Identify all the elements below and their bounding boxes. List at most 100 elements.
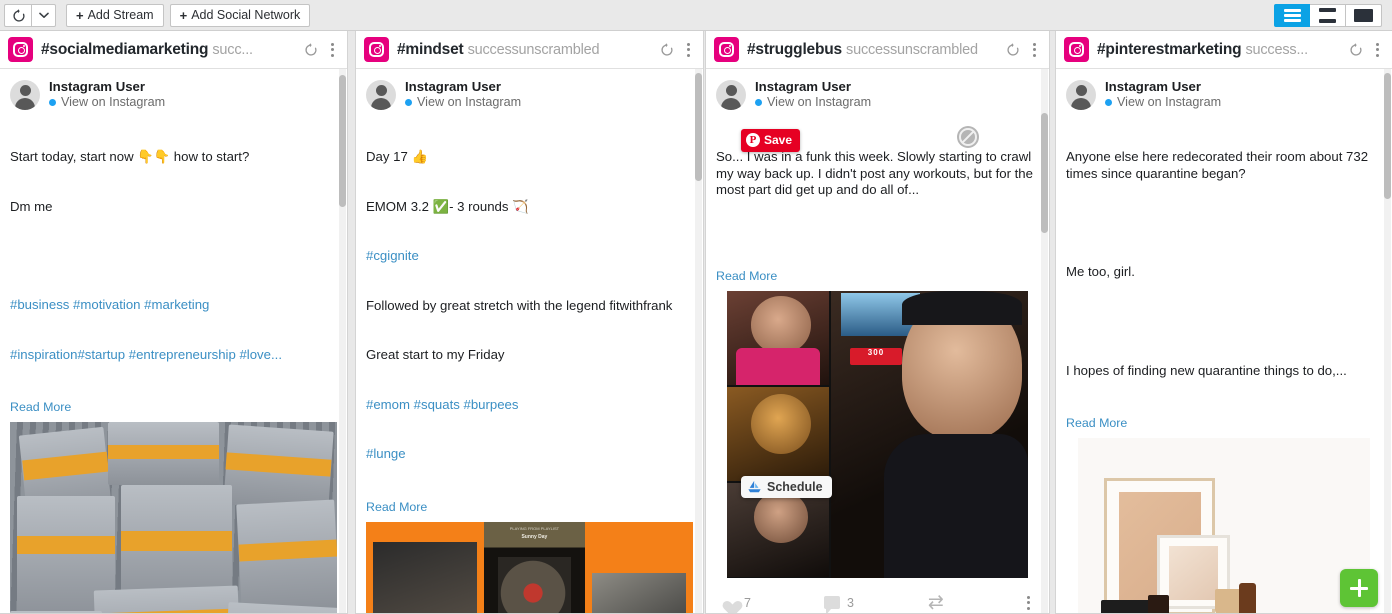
- status-dot-icon: [755, 98, 762, 106]
- pinterest-save-label: Save: [764, 133, 793, 147]
- post-line: Followed by great stretch with the legen…: [366, 297, 673, 313]
- post-card: Instagram User View on Instagram Start t…: [0, 69, 347, 613]
- column-title: #pinterestmarketing success...: [1097, 41, 1341, 59]
- refresh-icon: [1007, 42, 1019, 56]
- post-line: Great start to my Friday: [366, 347, 505, 362]
- instagram-icon: [1064, 37, 1089, 62]
- instagram-icon: [364, 37, 389, 62]
- post-hashtags-line[interactable]: #business #motivation #marketing: [10, 297, 337, 314]
- repost-button[interactable]: ⇄: [927, 591, 1007, 613]
- post-text: Day 17 👍 EMOM 3.2 ✅- 3 rounds 🏹 #cgignit…: [356, 112, 703, 496]
- view-mode-group: [1274, 3, 1382, 27]
- like-count: 7: [744, 595, 751, 610]
- column-menu-button[interactable]: [1371, 41, 1384, 59]
- read-more-link[interactable]: Read More: [356, 496, 703, 522]
- column-refresh-button[interactable]: [660, 42, 674, 57]
- plus-icon: +: [179, 7, 188, 23]
- column-refresh-button[interactable]: [1349, 42, 1363, 57]
- column-hashtag: #socialmediamarketing: [41, 40, 209, 58]
- refresh-icon: [1350, 42, 1362, 56]
- post-actions: 7 3 ⇄: [706, 584, 1049, 613]
- heart-icon: [720, 595, 737, 610]
- white-room-decor-photo: [1078, 438, 1370, 613]
- post-hashtags-line[interactable]: #emom #squats #burpees: [366, 397, 693, 414]
- read-more-link[interactable]: Read More: [706, 265, 1049, 291]
- column-title: #strugglebus successunscrambled: [747, 41, 998, 59]
- view-mode-columns-button[interactable]: [1274, 3, 1310, 27]
- view-mode-single-button[interactable]: [1346, 3, 1382, 27]
- comment-icon: [823, 596, 840, 613]
- column-header: #mindset successunscrambled: [356, 31, 703, 69]
- column-refresh-button[interactable]: [304, 42, 318, 57]
- post-card: Instagram User View on Instagram Anyone …: [1056, 69, 1392, 613]
- instagram-icon: [8, 37, 33, 62]
- status-dot-icon: [1105, 98, 1112, 106]
- view-on-label: View on Instagram: [417, 95, 522, 109]
- stream-column-pinterestmarketing: #pinterestmarketing success... Instagram…: [1055, 31, 1392, 614]
- refresh-all-button[interactable]: [4, 3, 32, 27]
- like-button[interactable]: 7: [720, 595, 824, 610]
- view-on-instagram-link[interactable]: View on Instagram: [49, 94, 165, 110]
- instagram-icon: [714, 37, 739, 62]
- post-text: So... I was in a funk this week. Slowly …: [706, 112, 1049, 265]
- post-hashtags-line[interactable]: #cgignite: [366, 248, 693, 265]
- column-body[interactable]: Instagram User View on Instagram Start t…: [0, 69, 347, 613]
- post-line: So... I was in a funk this week. Slowly …: [716, 149, 1037, 197]
- post-text: Start today, start now 👇👇 how to start? …: [0, 112, 347, 396]
- post-line-blank: [1066, 314, 1382, 330]
- stream-column-strugglebus: #strugglebus successunscrambled Instagra…: [705, 31, 1050, 614]
- schedule-button[interactable]: Schedule: [741, 475, 832, 498]
- column-menu-button[interactable]: [326, 41, 339, 59]
- column-menu-button[interactable]: [1028, 41, 1041, 59]
- pinterest-save-button[interactable]: P Save: [741, 129, 801, 152]
- add-social-network-label: Add Social Network: [191, 8, 301, 22]
- post-header: Instagram User View on Instagram: [1056, 69, 1392, 112]
- scrollbar-thumb[interactable]: [339, 75, 346, 207]
- view-mode-list-button[interactable]: [1310, 3, 1346, 27]
- toolbar: + Add Stream + Add Social Network: [0, 0, 1392, 31]
- post-media[interactable]: [0, 422, 347, 613]
- collage-image: PLAYING FROM PLAYLIST Sunny Day Billie J…: [366, 521, 693, 613]
- column-hashtag: #strugglebus: [747, 40, 842, 58]
- post-hashtags-line[interactable]: #inspiration#startup #entrepreneurship #…: [10, 347, 337, 364]
- column-body[interactable]: Instagram User View on Instagram Anyone …: [1056, 69, 1392, 613]
- refresh-icon: [661, 42, 673, 56]
- pinterest-icon: P: [746, 133, 760, 148]
- post-line: EMOM 3.2 ✅- 3 rounds 🏹: [366, 198, 529, 214]
- add-stream-button[interactable]: + Add Stream: [66, 3, 164, 27]
- read-more-link[interactable]: Read More: [0, 396, 347, 422]
- post-line-blank: [10, 248, 337, 264]
- post-card: Instagram User View on Instagram Day 17 …: [356, 69, 703, 613]
- workout-collage-video[interactable]: PLAYING FROM PLAYLIST Sunny Day Billie J…: [366, 521, 693, 613]
- add-post-fab-button[interactable]: [1340, 569, 1378, 607]
- avatar: [366, 79, 396, 110]
- column-body[interactable]: Instagram User View on Instagram Day 17 …: [356, 69, 703, 613]
- post-line: Dm me: [10, 198, 53, 214]
- column-body[interactable]: Instagram User View on Instagram So... I…: [706, 69, 1049, 613]
- post-header: Instagram User View on Instagram: [0, 69, 347, 112]
- view-on-instagram-link[interactable]: View on Instagram: [755, 94, 871, 110]
- post-line: Me too, girl.: [1066, 264, 1135, 279]
- plus-icon: +: [76, 7, 84, 23]
- post-menu-button[interactable]: [1022, 594, 1035, 612]
- comment-button[interactable]: 3: [823, 596, 928, 613]
- chevron-down-icon: [38, 12, 49, 18]
- refresh-options-dropdown[interactable]: [32, 3, 56, 27]
- column-account: successunscrambled: [467, 41, 600, 58]
- money-stacks-photo: [10, 422, 337, 613]
- column-menu-button[interactable]: [682, 41, 695, 59]
- post-username: Instagram User: [405, 79, 502, 94]
- add-social-network-button[interactable]: + Add Social Network: [169, 3, 311, 27]
- scrollbar-thumb[interactable]: [1384, 73, 1391, 199]
- post-media[interactable]: 300 Schedule: [706, 290, 1049, 584]
- column-refresh-button[interactable]: [1006, 42, 1020, 57]
- read-more-link[interactable]: Read More: [1056, 412, 1392, 438]
- selfie-collage-photo: 300 Schedule: [727, 290, 1028, 578]
- post-media[interactable]: PLAYING FROM PLAYLIST Sunny Day Billie J…: [356, 521, 703, 613]
- view-on-instagram-link[interactable]: View on Instagram: [1105, 94, 1221, 110]
- scrollbar-thumb[interactable]: [695, 73, 702, 181]
- view-on-instagram-link[interactable]: View on Instagram: [405, 94, 521, 110]
- post-hashtags-line[interactable]: #lunge: [366, 446, 693, 463]
- playlist-name: Sunny Day: [521, 533, 548, 540]
- repost-icon: ⇄: [927, 591, 944, 613]
